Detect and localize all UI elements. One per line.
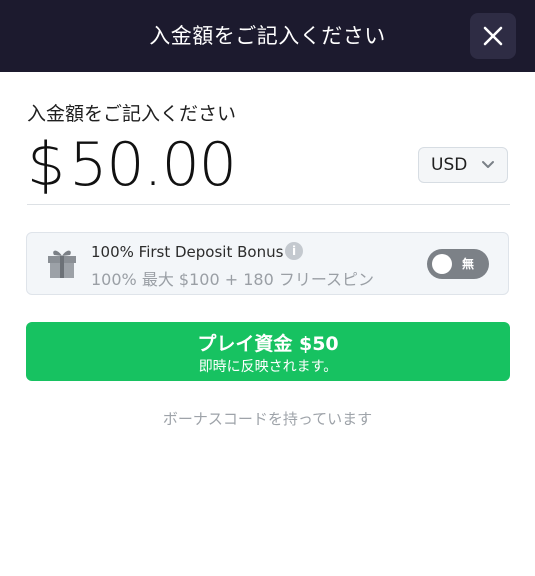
currency-sign: $: [27, 130, 66, 200]
toggle-knob: [432, 254, 452, 274]
close-icon: [483, 26, 503, 46]
info-icon[interactable]: i: [285, 242, 303, 260]
play-funds-button[interactable]: プレイ資金 $50 即時に反映されます。: [26, 322, 510, 381]
close-button[interactable]: [470, 13, 516, 59]
divider: [27, 204, 510, 205]
amount-value[interactable]: 50.00: [69, 135, 237, 195]
chevron-down-icon: [482, 161, 494, 168]
amount-label: 入金額をご記入ください: [27, 103, 237, 125]
bonus-card: 100% First Deposit Bonus i 100% 最大 $100 …: [26, 232, 509, 295]
play-button-sublabel: 即時に反映されます。: [198, 359, 338, 375]
bonus-code-link[interactable]: ボーナスコードを持っています: [0, 408, 535, 429]
bonus-title: 100% First Deposit Bonus: [91, 243, 284, 261]
currency-select[interactable]: USD: [418, 147, 508, 183]
modal-header: 入金額をご記入ください: [0, 0, 535, 72]
bonus-toggle[interactable]: 無: [427, 249, 489, 279]
header-title: 入金額をご記入ください: [149, 24, 386, 48]
play-button-label: プレイ資金 $50: [197, 333, 339, 355]
toggle-label: 無: [462, 257, 475, 271]
currency-selected-value: USD: [431, 155, 468, 175]
amount-input[interactable]: $ 50.00: [27, 130, 237, 200]
gift-icon: [48, 250, 76, 278]
bonus-subtitle: 100% 最大 $100 + 180 フリースピン: [91, 270, 375, 289]
